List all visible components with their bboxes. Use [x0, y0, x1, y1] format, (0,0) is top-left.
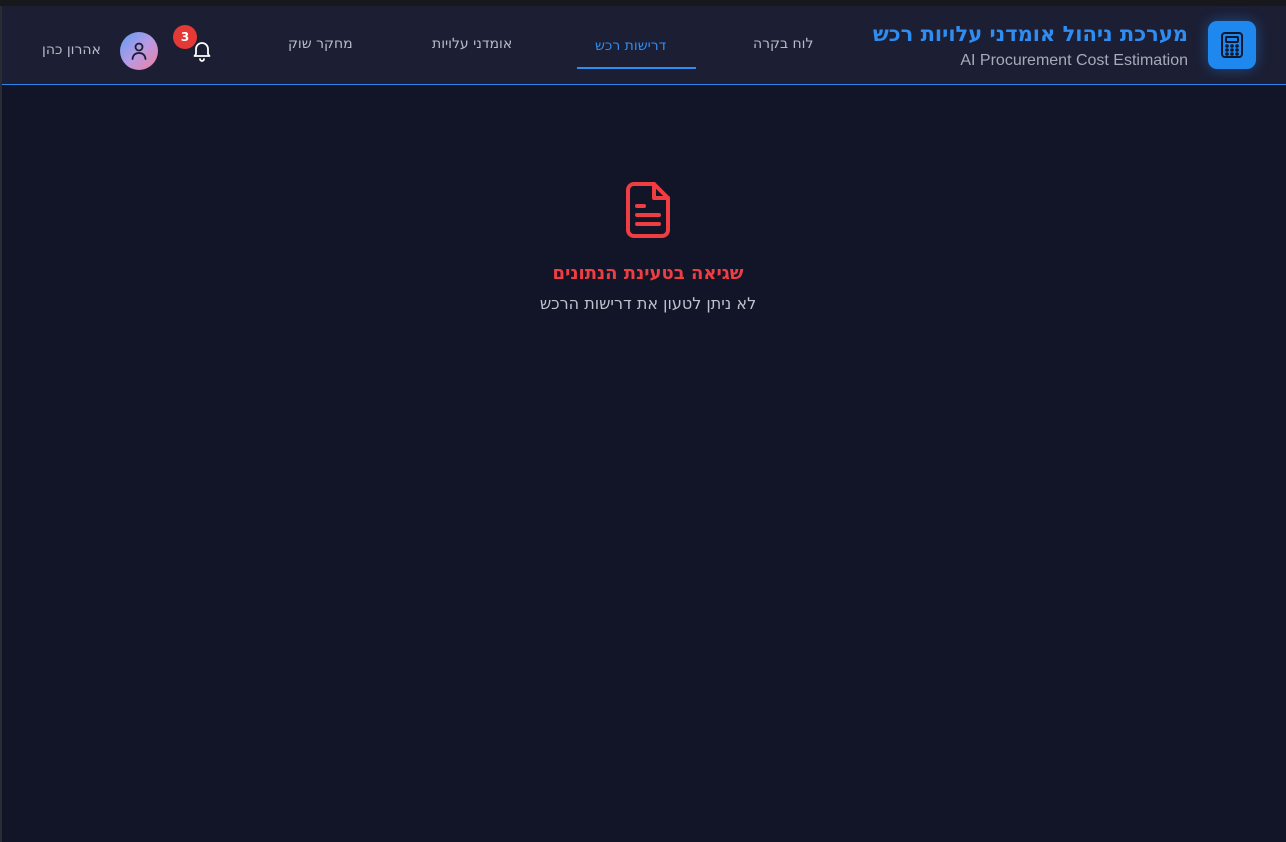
app-subtitle: AI Procurement Cost Estimation	[960, 52, 1188, 69]
user-avatar[interactable]	[120, 32, 158, 70]
app-page: מערכת ניהול אומדני עלויות רכש AI Procure…	[0, 0, 1286, 842]
active-tab-indicator	[577, 67, 696, 69]
app-title: מערכת ניהול אומדני עלויות רכש	[872, 22, 1188, 46]
calculator-icon	[1208, 21, 1256, 69]
error-title: שגיאה בטעינת הנתונים	[552, 263, 744, 284]
notification-badge: 3	[173, 25, 197, 49]
tab-dashboard[interactable]: לוח בקרה	[753, 36, 813, 52]
tab-cost-estimates[interactable]: אומדני עלויות	[432, 36, 512, 52]
user-name: אהרון כהן	[42, 42, 101, 58]
document-icon	[622, 180, 674, 240]
tab-market-research[interactable]: מחקר שוק	[288, 36, 353, 52]
window-left-edge	[0, 6, 2, 842]
tab-procurement-requirements[interactable]: דרישות רכש	[595, 38, 666, 54]
user-icon	[131, 42, 147, 60]
app-header: מערכת ניהול אומדני עלויות רכש AI Procure…	[2, 6, 1286, 85]
error-message: לא ניתן לטעון את דרישות הרכש	[539, 294, 757, 313]
